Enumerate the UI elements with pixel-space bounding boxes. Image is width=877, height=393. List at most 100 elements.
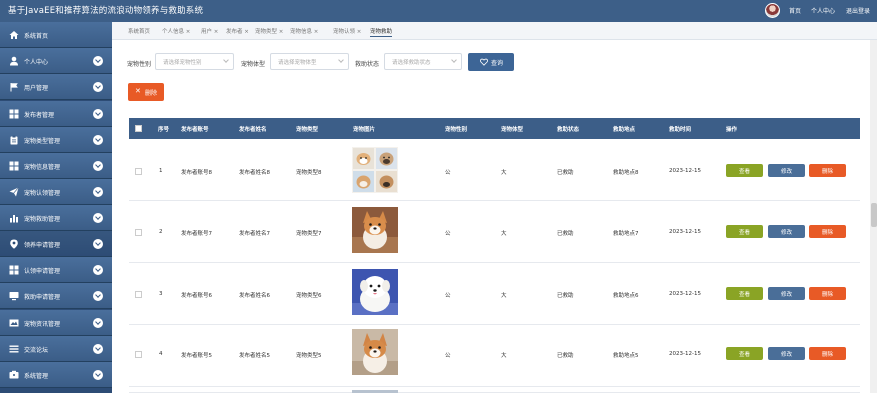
- home-icon: [9, 31, 19, 39]
- search-button[interactable]: 查询: [468, 53, 514, 71]
- chevron-down-icon: [93, 161, 103, 171]
- publisher-account: 发布者账号6: [181, 293, 212, 299]
- edit-button-label: 修改: [780, 169, 792, 175]
- sidebar-item-pet-news[interactable]: 宠物资讯管理: [0, 310, 112, 336]
- view-button[interactable]: 查看: [726, 164, 763, 177]
- publisher-name: 发布者姓名8: [239, 170, 270, 176]
- tab-pet-info[interactable]: 宠物信息 ×: [290, 27, 318, 35]
- rescue-date: 2023-12-15: [669, 351, 701, 357]
- delete-button[interactable]: 删除: [809, 347, 846, 360]
- status-select[interactable]: 请选择救助状态: [384, 53, 462, 70]
- publisher-name: 发布者姓名7: [239, 231, 270, 237]
- batch-delete-label: 删除: [145, 90, 158, 97]
- view-button-label: 查看: [738, 352, 750, 358]
- rescue-place: 救助地点6: [613, 293, 639, 299]
- tab-pet-types[interactable]: 宠物类型 ×: [255, 27, 283, 35]
- close-icon: ✕: [135, 87, 141, 95]
- delete-button[interactable]: 删除: [809, 287, 846, 300]
- pet-type: 宠物类型8: [296, 170, 322, 176]
- nav-home-link[interactable]: 首页: [789, 6, 801, 15]
- chevron-down-icon: [93, 291, 103, 301]
- sidebar-item-home[interactable]: 系统首页: [0, 22, 112, 48]
- delete-button-label: 删除: [821, 169, 833, 175]
- top-header: 基于JavaEE和推荐算法的流浪动物领养与救助系统 首页 个人中心 退出登录: [0, 0, 877, 22]
- gender-select[interactable]: 请选择宠物性别: [155, 53, 234, 70]
- tab-personal-info[interactable]: 个人信息 ×: [162, 27, 190, 35]
- sidebar-item-adoption-requests[interactable]: 领养申请管理: [0, 231, 112, 257]
- row-index: 2: [159, 229, 163, 235]
- sidebar-item-system[interactable]: 系统管理: [0, 362, 112, 388]
- column-header: 救助状态: [557, 127, 580, 133]
- row-index: 3: [159, 291, 163, 297]
- sidebar-item-users[interactable]: 用户管理: [0, 74, 112, 100]
- nav-profile-link[interactable]: 个人中心: [811, 6, 835, 15]
- settings-icon: [9, 370, 19, 379]
- column-header: 发布者账号: [181, 127, 209, 133]
- table-row: 3 发布者账号6 发布者姓名6 宠物类型6 公 大 已救助 救助地点6 2023…: [129, 264, 860, 325]
- tab-home[interactable]: 系统首页: [128, 27, 150, 35]
- delete-button[interactable]: 删除: [809, 164, 846, 177]
- table-row: 1 发布者账号8 发布者姓名8 宠物类型8 公 大 已救助 救助地点8 2023…: [129, 140, 860, 201]
- row-checkbox[interactable]: [135, 351, 142, 358]
- sidebar-item-publishers[interactable]: 发布者管理: [0, 101, 112, 127]
- view-button[interactable]: 查看: [726, 287, 763, 300]
- tabs-bar: 系统首页 个人信息 × 用户 × 发布者 × 宠物类型 × 宠物信息 × 宠物认…: [112, 22, 877, 40]
- column-header: 宠物图片: [353, 127, 376, 133]
- size-select[interactable]: 请选择宠物体型: [270, 53, 349, 70]
- view-button-label: 查看: [738, 169, 750, 175]
- batch-delete-button[interactable]: ✕ 删除: [128, 83, 164, 101]
- location-pin-icon: [10, 239, 18, 249]
- column-header: 发布者姓名: [239, 127, 267, 133]
- view-button[interactable]: 查看: [726, 347, 763, 360]
- row-checkbox[interactable]: [135, 168, 142, 175]
- sidebar-item-pet-types[interactable]: 宠物类型管理: [0, 127, 112, 153]
- chevron-down-icon: [223, 57, 229, 63]
- view-button-label: 查看: [738, 292, 750, 298]
- pet-type: 宠物类型7: [296, 231, 322, 237]
- edit-button[interactable]: 修改: [768, 225, 805, 238]
- sidebar-item-pet-claims[interactable]: 宠物认领管理: [0, 179, 112, 205]
- edit-button[interactable]: 修改: [768, 164, 805, 177]
- tab-publishers[interactable]: 发布者 ×: [226, 27, 249, 35]
- avatar[interactable]: [765, 3, 780, 18]
- sidebar-item-pet-info[interactable]: 宠物信息管理: [0, 153, 112, 179]
- tab-pet-claims[interactable]: 宠物认领 ×: [333, 27, 361, 35]
- pet-photo[interactable]: [352, 207, 398, 253]
- sidebar-item-label: 宠物信息管理: [24, 164, 61, 171]
- rescue-status: 已救助: [557, 353, 574, 359]
- pet-size: 大: [501, 353, 507, 359]
- sidebar-item-label: 系统首页: [24, 33, 49, 40]
- sidebar-item-profile[interactable]: 个人中心: [0, 48, 112, 74]
- paper-plane-icon: [9, 187, 19, 197]
- nav-logout-link[interactable]: 退出登录: [846, 6, 870, 15]
- chevron-down-icon: [93, 82, 103, 92]
- pet-type: 宠物类型5: [296, 353, 322, 359]
- pet-photo[interactable]: [352, 147, 398, 193]
- sidebar-item-label: 发布者管理: [24, 112, 55, 119]
- chevron-down-icon: [93, 213, 103, 223]
- rescue-date: 2023-12-15: [669, 291, 701, 297]
- row-checkbox[interactable]: [135, 229, 142, 236]
- sidebar-item-rescue-requests[interactable]: 救助申请管理: [0, 283, 112, 309]
- sidebar-item-claim-requests[interactable]: 认领申请管理: [0, 257, 112, 283]
- select-all-checkbox[interactable]: [135, 125, 142, 132]
- rescue-status: 已救助: [557, 170, 574, 176]
- tab-users[interactable]: 用户 ×: [201, 27, 218, 35]
- rescue-place: 救助地点7: [613, 231, 639, 237]
- row-checkbox[interactable]: [135, 291, 142, 298]
- scrollbar-thumb[interactable]: [871, 203, 877, 227]
- pet-photo[interactable]: [352, 329, 398, 375]
- edit-button[interactable]: 修改: [768, 287, 805, 300]
- pet-photo[interactable]: [352, 269, 398, 315]
- delete-button[interactable]: 删除: [809, 225, 846, 238]
- edit-button[interactable]: 修改: [768, 347, 805, 360]
- sidebar-item-pet-rescue[interactable]: 宠物救助管理: [0, 205, 112, 231]
- publisher-name: 发布者姓名5: [239, 353, 270, 359]
- status-filter-label: 救助状态: [355, 61, 380, 68]
- view-button[interactable]: 查看: [726, 225, 763, 238]
- size-select-placeholder: 请选择宠物体型: [278, 60, 317, 66]
- delete-button-label: 删除: [821, 230, 833, 236]
- tab-pet-rescue[interactable]: 宠物救助: [370, 27, 393, 37]
- sidebar-item-forum[interactable]: 交流论坛: [0, 336, 112, 362]
- sidebar-item-label: 宠物认领管理: [24, 190, 61, 197]
